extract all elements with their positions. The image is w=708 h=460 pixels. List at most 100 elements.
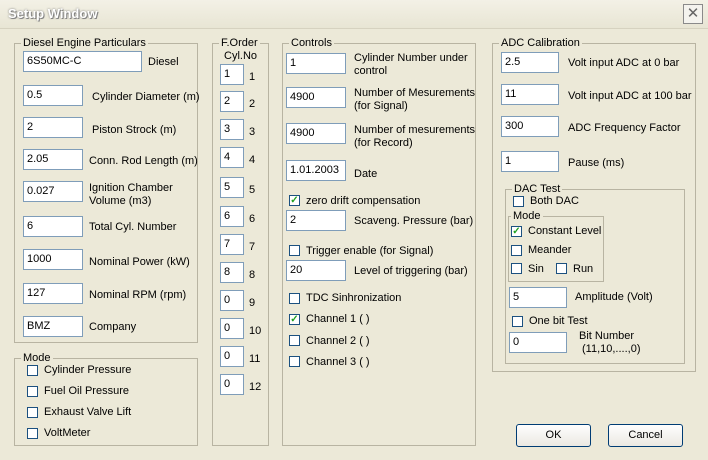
- measurements-signal-label-2: (for Signal): [354, 100, 408, 112]
- ignition-chamber-label-2: Volume (m3): [89, 195, 152, 207]
- firing-order-cyl-label: 6: [249, 213, 256, 225]
- bit-number-label: Bit Number: [579, 330, 635, 342]
- firing-order-cyl-label: 10: [249, 325, 262, 337]
- firing-order-cyl-label: 5: [249, 184, 256, 196]
- cyl-number-input[interactable]: 6: [23, 216, 83, 237]
- one-bit-test-label: One bit Test: [529, 315, 588, 327]
- mode-voltmeter-label: VoltMeter: [44, 427, 91, 439]
- cylinder-under-control-input[interactable]: 1: [286, 53, 346, 74]
- both-dac-checkbox[interactable]: [513, 196, 524, 207]
- ignition-chamber-label: Ignition Chamber: [89, 182, 173, 194]
- mode-cylinder-pressure-checkbox[interactable]: [27, 365, 38, 376]
- firing-order-input[interactable]: 2: [220, 91, 244, 112]
- volt-adc-100bar-input[interactable]: 11: [501, 84, 559, 105]
- firing-order-input[interactable]: 0: [220, 290, 244, 311]
- bit-number-range-label: (11,10,....,0): [582, 343, 641, 355]
- company-input[interactable]: BMZ: [23, 316, 83, 337]
- cylinder-diameter-input[interactable]: 0.5: [23, 85, 83, 106]
- firing-order-input[interactable]: 1: [220, 64, 244, 85]
- firing-order-cyl-label: 2: [249, 98, 256, 110]
- channel-2-checkbox[interactable]: [289, 335, 300, 346]
- firing-order-legend: F.Order: [221, 37, 258, 49]
- nominal-power-input[interactable]: 1000: [23, 249, 83, 270]
- firing-order-cyl-label: 4: [249, 154, 256, 166]
- conn-rod-length-input[interactable]: 2.05: [23, 149, 83, 170]
- engine-type-input[interactable]: 6S50MC-C: [23, 51, 142, 72]
- trigger-level-label: Level of triggering (bar): [354, 265, 468, 277]
- ok-button[interactable]: OK: [516, 424, 591, 447]
- trigger-enable-checkbox[interactable]: [289, 245, 300, 256]
- zero-drift-label: zero drift compensation: [306, 195, 421, 207]
- mode-fuel-oil-pressure-checkbox[interactable]: [27, 386, 38, 397]
- firing-order-input[interactable]: 3: [220, 119, 244, 140]
- adc-frequency-label: ADC Frequency Factor: [568, 122, 681, 134]
- measurements-signal-label: Number of Mesurements: [354, 87, 476, 99]
- check-icon: ✓: [512, 226, 521, 237]
- cancel-button[interactable]: Cancel: [608, 424, 683, 447]
- constant-level-label: Constant Level: [528, 225, 602, 237]
- mode-fuel-oil-pressure-label: Fuel Oil Pressure: [44, 385, 129, 397]
- firing-order-input[interactable]: 4: [220, 147, 244, 168]
- channel-2-label: Channel 2 ( ): [306, 335, 370, 347]
- tdc-sync-label: TDC Sinhronization: [306, 292, 402, 304]
- run-checkbox[interactable]: [556, 263, 567, 274]
- cylinder-under-control-label-2: control: [354, 65, 388, 77]
- firing-order-input[interactable]: 0: [220, 318, 244, 339]
- tdc-sync-checkbox[interactable]: [289, 293, 300, 304]
- firing-order-cyl-label: 12: [249, 381, 262, 393]
- mode-exhaust-valve-lift-label: Exhaust Valve Lift: [44, 406, 132, 418]
- trigger-level-input[interactable]: 20: [286, 260, 346, 281]
- pause-input[interactable]: 1: [501, 151, 559, 172]
- one-bit-test-checkbox[interactable]: [512, 316, 523, 327]
- channel-3-checkbox[interactable]: [289, 356, 300, 367]
- meander-label: Meander: [528, 244, 572, 256]
- dac-test-legend: DAC Test: [514, 183, 561, 195]
- scaveng-pressure-label: Scaveng. Pressure (bar): [354, 215, 474, 227]
- firing-order-input[interactable]: 0: [220, 374, 244, 395]
- mode-cylinder-pressure-label: Cylinder Pressure: [44, 364, 132, 376]
- firing-order-input[interactable]: 6: [220, 206, 244, 227]
- firing-order-input[interactable]: 7: [220, 234, 244, 255]
- mode-exhaust-valve-lift-checkbox[interactable]: [27, 407, 38, 418]
- controls-legend: Controls: [291, 37, 332, 49]
- firing-order-input[interactable]: 8: [220, 262, 244, 283]
- volt-adc-0bar-label: Volt input ADC at 0 bar: [568, 57, 680, 69]
- cylinder-diameter-label: Cylinder Diameter (m): [92, 91, 200, 103]
- sin-checkbox[interactable]: [511, 263, 522, 274]
- title-bar: [0, 0, 708, 29]
- trigger-enable-label: Trigger enable (for Signal): [306, 245, 434, 257]
- scaveng-pressure-input[interactable]: 2: [286, 210, 346, 231]
- channel-1-checkbox[interactable]: ✓: [289, 314, 300, 325]
- channel-1-label: Channel 1 ( ): [306, 313, 370, 325]
- dac-mode-legend: Mode: [513, 210, 541, 222]
- close-icon: ✕: [686, 5, 700, 22]
- firing-order-input[interactable]: 5: [220, 177, 244, 198]
- piston-stroke-input[interactable]: 2: [23, 117, 83, 138]
- meander-checkbox[interactable]: [511, 245, 522, 256]
- ignition-chamber-input[interactable]: 0.027: [23, 181, 83, 202]
- mode-legend: Mode: [23, 352, 51, 364]
- mode-voltmeter-checkbox[interactable]: [27, 428, 38, 439]
- date-input[interactable]: 1.01.2003: [286, 160, 346, 181]
- adc-frequency-input[interactable]: 300: [501, 116, 559, 137]
- constant-level-checkbox[interactable]: ✓: [511, 226, 522, 237]
- measurements-record-input[interactable]: 4900: [286, 123, 346, 144]
- bit-number-input[interactable]: 0: [509, 332, 567, 353]
- measurements-record-label-2: (for Record): [354, 137, 413, 149]
- sin-label: Sin: [528, 263, 544, 275]
- firing-order-input[interactable]: 0: [220, 346, 244, 367]
- measurements-signal-input[interactable]: 4900: [286, 87, 346, 108]
- close-button[interactable]: ✕: [683, 4, 703, 24]
- run-label: Run: [573, 263, 594, 275]
- amplitude-input[interactable]: 5: [509, 287, 567, 308]
- zero-drift-checkbox[interactable]: ✓: [289, 195, 300, 206]
- adc-legend: ADC Calibration: [501, 37, 580, 49]
- conn-rod-length-label: Conn. Rod Length (m): [89, 155, 198, 167]
- nominal-power-label: Nominal Power (kW): [89, 256, 190, 268]
- nominal-rpm-input[interactable]: 127: [23, 283, 83, 304]
- volt-adc-0bar-input[interactable]: 2.5: [501, 52, 559, 73]
- firing-order-cyl-label: 11: [249, 353, 261, 365]
- cyl-number-label: Total Cyl. Number: [89, 221, 177, 233]
- amplitude-label: Amplitude (Volt): [575, 291, 653, 303]
- date-label: Date: [354, 168, 378, 180]
